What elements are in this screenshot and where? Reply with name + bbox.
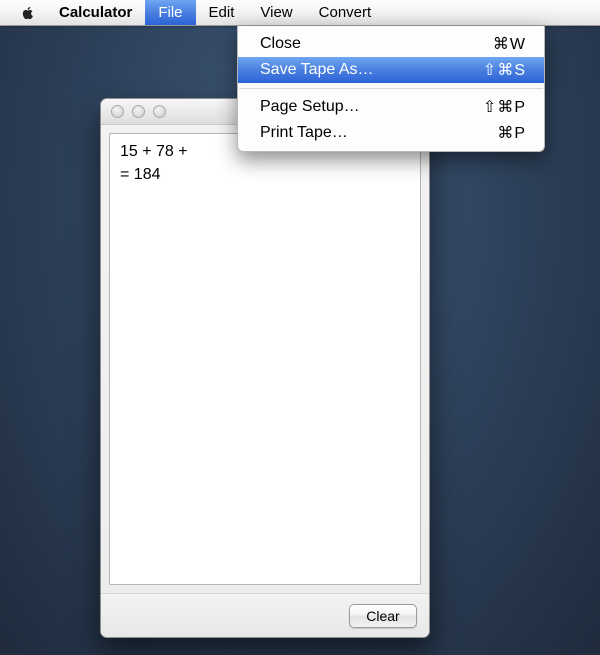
menu-item-close[interactable]: Close ⌘W (238, 31, 544, 57)
clear-button[interactable]: Clear (349, 604, 417, 628)
menu-item-label: Page Setup… (260, 98, 483, 116)
menu-item-print-tape[interactable]: Print Tape… ⌘P (238, 120, 544, 146)
window-zoom-button[interactable] (153, 105, 166, 118)
tape-line: = 184 (120, 163, 410, 186)
menu-bar: Calculator File Edit View Convert (0, 0, 600, 26)
apple-menu[interactable] (14, 0, 42, 25)
menu-convert[interactable]: Convert (306, 0, 385, 25)
menu-edit[interactable]: Edit (196, 0, 248, 25)
window-close-button[interactable] (111, 105, 124, 118)
menu-item-page-setup[interactable]: Page Setup… ⇧⌘P (238, 94, 544, 120)
menu-item-shortcut: ⌘W (493, 34, 526, 54)
menu-separator (239, 88, 543, 89)
app-name[interactable]: Calculator (46, 0, 145, 25)
paper-tape-window: 15 + 78 + = 184 Clear (100, 98, 430, 638)
menu-item-shortcut: ⇧⌘S (483, 60, 526, 80)
apple-logo-icon (20, 5, 36, 21)
menu-item-shortcut: ⇧⌘P (483, 97, 526, 117)
window-footer: Clear (101, 593, 429, 637)
menu-item-label: Close (260, 35, 493, 53)
menu-file[interactable]: File (145, 0, 195, 25)
menu-item-save-tape-as[interactable]: Save Tape As… ⇧⌘S (238, 57, 544, 83)
paper-tape-content: 15 + 78 + = 184 (109, 133, 421, 585)
window-minimize-button[interactable] (132, 105, 145, 118)
menu-item-label: Save Tape As… (260, 61, 483, 79)
menu-item-shortcut: ⌘P (497, 123, 526, 143)
menu-item-label: Print Tape… (260, 124, 497, 142)
menu-view[interactable]: View (247, 0, 305, 25)
file-menu-dropdown: Close ⌘W Save Tape As… ⇧⌘S Page Setup… ⇧… (237, 26, 545, 152)
